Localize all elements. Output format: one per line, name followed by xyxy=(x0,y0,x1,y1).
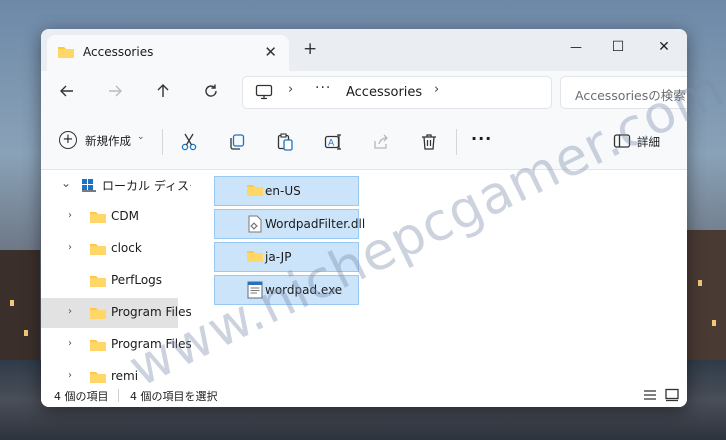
sidebar-item-label: clock xyxy=(111,241,142,255)
folder-icon xyxy=(89,242,107,259)
folder-icon xyxy=(89,306,107,323)
navigation-pane: ⌄ ローカル ディスク › CDM › clock PerfLogs › Pro… xyxy=(41,170,191,384)
file-item-wordpad-exe[interactable]: wordpad.exe xyxy=(214,275,359,305)
arrow-right-icon xyxy=(109,85,122,97)
tiles-view-button[interactable] xyxy=(664,388,680,402)
file-item-en-us[interactable]: en-US xyxy=(214,176,359,206)
title-bar: Accessories ✕ + — ☐ ✕ xyxy=(41,29,687,71)
folder-icon xyxy=(246,249,264,266)
navigation-bar: › ··· Accessories › Accessoriesの検索 xyxy=(41,71,687,115)
file-explorer-window: Accessories ✕ + — ☐ ✕ › ··· Accessories … xyxy=(41,29,687,407)
breadcrumb-separator[interactable]: › xyxy=(288,82,293,97)
close-window-button[interactable]: ✕ xyxy=(641,33,687,61)
rename-icon[interactable]: A xyxy=(323,132,343,152)
file-item-ja-jp[interactable]: ja-JP xyxy=(214,242,359,272)
sidebar-item-label: ローカル ディスク xyxy=(102,179,191,193)
selected-count: 4 個の項目を選択 xyxy=(130,390,218,403)
tiles-view-icon xyxy=(665,388,679,402)
folder-icon xyxy=(57,45,75,62)
wordpad-app-icon xyxy=(247,281,263,302)
sidebar-item-label: Program Files xyxy=(111,337,191,351)
details-pane-button[interactable]: 詳細 xyxy=(613,132,660,153)
divider xyxy=(456,129,457,155)
arrow-up-icon xyxy=(157,84,169,97)
new-tab-button[interactable]: + xyxy=(303,39,317,59)
chevron-right-icon[interactable]: › xyxy=(68,370,72,381)
breadcrumb-more-button[interactable]: ··· xyxy=(315,80,331,96)
chevron-right-icon[interactable]: › xyxy=(68,210,72,221)
folder-icon xyxy=(89,338,107,355)
sidebar-item-label: CDM xyxy=(111,209,139,223)
share-icon[interactable] xyxy=(371,132,391,152)
details-label: 詳細 xyxy=(637,135,660,149)
chevron-down-icon[interactable]: ⌄ xyxy=(61,176,71,190)
folder-icon xyxy=(89,370,107,384)
file-list: en-US WordpadFilter.dll ja-JP wordpad.ex… xyxy=(191,170,687,384)
chevron-right-icon[interactable]: › xyxy=(68,338,72,349)
file-name: WordpadFilter.dll xyxy=(265,217,366,231)
plus-icon: + xyxy=(59,131,77,149)
file-name: ja-JP xyxy=(265,250,292,264)
refresh-icon xyxy=(205,84,217,97)
delete-icon[interactable] xyxy=(419,132,439,152)
search-box[interactable]: Accessoriesの検索 xyxy=(560,76,687,109)
sidebar-item-program-files[interactable]: › Program Files xyxy=(41,298,191,328)
breadcrumb-current[interactable]: Accessories xyxy=(346,85,422,100)
copy-icon[interactable] xyxy=(227,132,247,152)
sidebar-item-label: Program Files xyxy=(111,305,191,319)
file-name: wordpad.exe xyxy=(265,283,343,297)
details-view-button[interactable] xyxy=(642,388,658,402)
monitor-icon[interactable] xyxy=(255,84,273,103)
more-options-button[interactable]: ··· xyxy=(471,129,492,148)
back-button[interactable] xyxy=(55,83,79,103)
divider xyxy=(118,389,119,402)
up-button[interactable] xyxy=(151,83,175,103)
tab-title: Accessories xyxy=(83,45,154,59)
file-item-wordpadfilter-dll[interactable]: WordpadFilter.dll xyxy=(214,209,365,239)
sidebar-item-label: remi xyxy=(111,369,139,383)
folder-icon xyxy=(89,274,107,291)
chevron-right-icon[interactable]: › xyxy=(68,306,72,317)
sidebar-item-clock[interactable]: › clock xyxy=(41,234,178,264)
item-count: 4 個の項目 xyxy=(54,390,109,403)
minimize-button[interactable]: — xyxy=(553,33,599,61)
divider xyxy=(162,129,163,155)
search-placeholder: Accessoriesの検索 xyxy=(575,88,686,103)
status-bar: 4 個の項目 4 個の項目を選択 xyxy=(41,384,687,407)
forward-button[interactable] xyxy=(103,83,127,103)
svg-text:A: A xyxy=(328,139,335,149)
dll-file-icon xyxy=(248,215,262,236)
new-label: 新規作成 xyxy=(85,134,131,148)
command-bar: + 新規作成 ⌄ A ··· 詳細 xyxy=(41,115,687,170)
cut-icon[interactable] xyxy=(179,132,199,152)
sidebar-item-local-disk[interactable]: ⌄ ローカル ディスク xyxy=(41,170,191,200)
maximize-button[interactable]: ☐ xyxy=(595,33,641,61)
drive-icon xyxy=(81,178,97,195)
breadcrumb-trailing-separator[interactable]: › xyxy=(434,82,439,97)
sidebar-item-remi[interactable]: › remi xyxy=(41,362,178,384)
chevron-right-icon[interactable]: › xyxy=(68,242,72,253)
tab-close-button[interactable]: ✕ xyxy=(264,43,277,61)
sidebar-item-program-files-x86[interactable]: › Program Files xyxy=(41,330,191,360)
paste-icon[interactable] xyxy=(275,132,295,152)
file-name: en-US xyxy=(265,184,301,198)
arrow-left-icon xyxy=(60,85,73,97)
folder-icon xyxy=(246,183,264,200)
address-bar[interactable]: › ··· Accessories › xyxy=(242,76,552,109)
sidebar-item-perflogs[interactable]: PerfLogs xyxy=(41,266,178,296)
list-view-icon xyxy=(644,390,656,400)
tab-accessories[interactable]: Accessories ✕ xyxy=(47,35,289,71)
folder-icon xyxy=(89,210,107,227)
sidebar-item-cdm[interactable]: › CDM xyxy=(41,202,178,232)
refresh-button[interactable] xyxy=(199,83,223,103)
chevron-down-icon: ⌄ xyxy=(137,132,145,142)
details-pane-icon xyxy=(613,134,631,148)
sidebar-item-label: PerfLogs xyxy=(111,273,163,287)
